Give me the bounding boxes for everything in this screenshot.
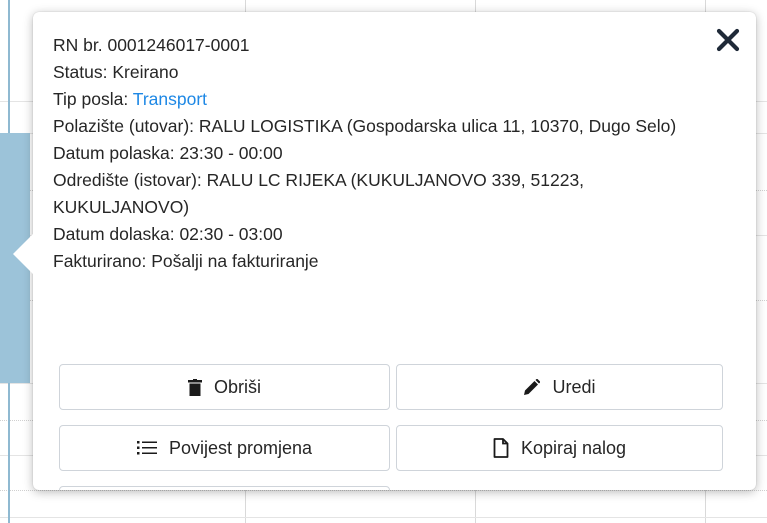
delete-button[interactable]: Obriši bbox=[59, 364, 390, 410]
order-departure: Datum polaska: 23:30 - 00:00 bbox=[53, 143, 283, 163]
history-button[interactable]: Povijest promjena bbox=[59, 425, 390, 471]
list-icon bbox=[136, 441, 157, 455]
document-icon bbox=[493, 438, 509, 458]
order-number: RN br. 0001246017-0001 bbox=[53, 35, 250, 55]
job-type-label: Tip posla: bbox=[53, 89, 133, 109]
order-arrival: Datum dolaska: 02:30 - 03:00 bbox=[53, 224, 283, 244]
job-type-link[interactable]: Transport bbox=[133, 89, 207, 109]
order-info: RN br. 0001246017-0001 Status: Kreirano … bbox=[53, 32, 693, 275]
edit-button[interactable]: Uredi bbox=[396, 364, 723, 410]
order-details-popover: RN br. 0001246017-0001 Status: Kreirano … bbox=[33, 12, 756, 490]
popover-arrow bbox=[13, 234, 33, 274]
copy-order-button-label: Kopiraj nalog bbox=[520, 437, 627, 458]
more-action-button[interactable] bbox=[59, 486, 390, 490]
close-icon[interactable] bbox=[714, 26, 742, 54]
history-button-label: Povijest promjena bbox=[168, 437, 313, 458]
copy-order-button[interactable]: Kopiraj nalog bbox=[396, 425, 723, 471]
order-origin: Polazište (utovar): RALU LOGISTIKA (Gosp… bbox=[53, 116, 677, 136]
order-invoiced: Fakturirano: Pošalji na fakturiranje bbox=[53, 251, 319, 271]
pencil-icon bbox=[524, 378, 541, 395]
order-job-type: Tip posla: Transport bbox=[53, 86, 693, 113]
grid-row-line bbox=[0, 490, 767, 491]
edit-button-label: Uredi bbox=[552, 376, 596, 397]
order-status: Status: Kreirano bbox=[53, 62, 179, 82]
trash-icon bbox=[187, 378, 202, 396]
order-destination: Odredište (istovar): RALU LC RIJEKA (KUK… bbox=[53, 170, 585, 217]
delete-button-label: Obriši bbox=[213, 376, 261, 397]
grid-row-line bbox=[0, 517, 767, 518]
